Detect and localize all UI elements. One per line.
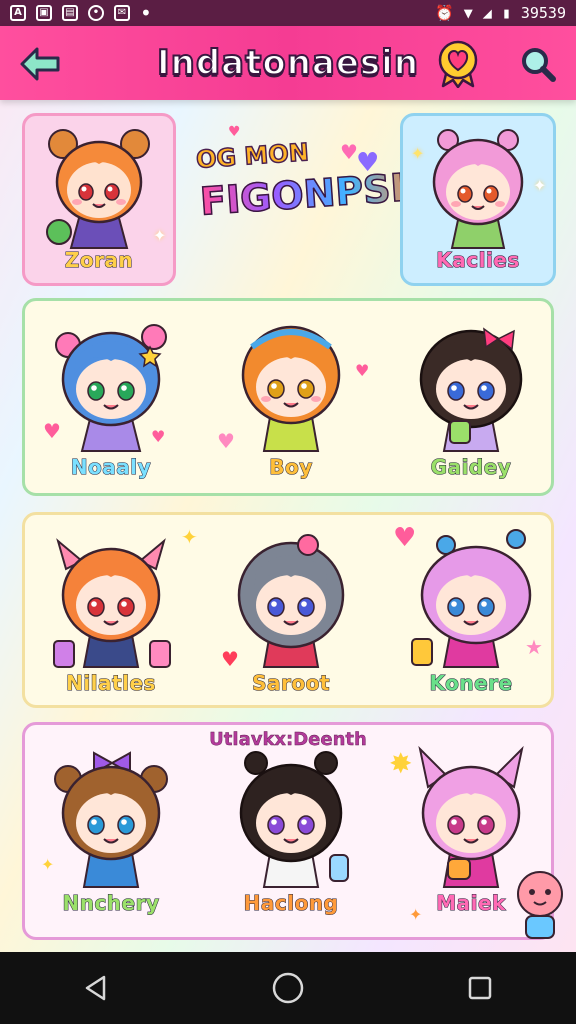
character-zoran: Zoran — [25, 124, 173, 273]
character-portrait — [419, 327, 523, 452]
navigation-bar — [0, 952, 576, 1024]
character-portrait — [411, 529, 532, 668]
app-bar: Indatonaesin — [0, 26, 576, 100]
status-time: 39539 — [520, 4, 566, 22]
app-title: Indatonaesin — [156, 42, 420, 84]
character-nnchery[interactable]: Nnchery — [31, 739, 191, 916]
character-card-kaclies[interactable]: Kaclies ✦ ✦ — [400, 113, 556, 286]
character-noaaly[interactable]: Noaaly — [31, 311, 191, 480]
character-nilatles[interactable]: Nilatles — [29, 525, 193, 696]
character-portrait — [237, 534, 345, 668]
back-arrow-icon — [20, 47, 60, 81]
character-row-4: Utlavkx:Deenth Nnchery Haclong ✸ Maiek ✦… — [22, 722, 554, 940]
wifi-icon: ▼ — [463, 4, 473, 22]
heart-badge-icon — [438, 40, 478, 88]
heart-icon: ♥ — [221, 647, 239, 671]
character-row-3: Nilatles ✦ Saroot ♥ ♥ Konere ★ — [22, 512, 554, 708]
signal-icon: ◢ — [482, 4, 492, 22]
nav-back-button[interactable] — [66, 958, 126, 1018]
character-kaclies: Kaclies — [403, 124, 553, 273]
status-right: ⏰ ▼ ◢ ▮ 39539 — [435, 4, 566, 22]
character-card-zoran[interactable]: Zoran ✦ — [22, 113, 176, 286]
location-icon: • — [88, 5, 104, 21]
status-bar: A ▣ ▤ • ✉ • ⏰ ▼ ◢ ▮ 39539 — [0, 0, 576, 26]
banner-line1: OG MON — [194, 137, 310, 174]
sparkle-icon: ✦ — [533, 176, 547, 195]
back-button[interactable] — [18, 42, 62, 86]
character-row-2: Noaaly ♥ ♥ Boy ♥ ♥ Gaidey — [22, 298, 554, 496]
star-icon: ✦ — [181, 525, 198, 549]
app-image-icon: ▣ — [36, 5, 52, 21]
nav-back-icon — [85, 975, 106, 1001]
character-portrait — [46, 129, 150, 249]
character-portrait — [53, 538, 171, 668]
status-left-icons: A ▣ ▤ • ✉ • — [10, 1, 152, 25]
character-portrait — [239, 751, 349, 888]
battery-icon: ▮ — [501, 4, 511, 22]
app-a-icon: A — [10, 5, 26, 21]
character-haclong[interactable]: Haclong — [211, 739, 371, 916]
star-icon: ✦ — [41, 855, 55, 874]
sparkle-icon: ✦ — [411, 144, 425, 163]
sparkle-icon: ✦ — [153, 226, 167, 245]
dot-icon: • — [140, 1, 152, 25]
game-banner: ♥ ♥ ♥ OG MON FIGONPSI! — [190, 124, 424, 230]
mascot-icon — [517, 871, 563, 939]
search-button[interactable] — [516, 42, 560, 86]
character-portrait — [54, 751, 168, 888]
favorite-button[interactable] — [434, 40, 482, 88]
app-file-icon: ▤ — [62, 5, 78, 21]
heart-icon: ♥ — [228, 124, 241, 140]
heart-icon: ♥ — [355, 361, 370, 380]
nav-recents-icon — [468, 976, 492, 1000]
character-konere[interactable]: Konere — [391, 525, 551, 696]
nav-home-icon — [272, 972, 304, 1004]
character-portrait — [241, 325, 341, 452]
nav-home-button[interactable] — [258, 958, 318, 1018]
alarm-icon: ⏰ — [435, 4, 454, 22]
character-portrait — [432, 129, 524, 249]
message-icon: ✉ — [114, 5, 130, 21]
search-icon — [522, 48, 556, 82]
banner-line2: FIGONPSI! — [198, 164, 424, 225]
star-icon: ✦ — [409, 905, 423, 924]
heart-icon: ♥ — [217, 429, 235, 453]
character-boy[interactable]: Boy — [211, 305, 371, 480]
character-gaidey[interactable]: Gaidey — [391, 309, 551, 480]
heart-icon: ♥ — [151, 427, 166, 446]
nav-recents-button[interactable] — [450, 958, 510, 1018]
heart-icon: ♥ — [43, 419, 61, 443]
star-icon: ★ — [525, 635, 543, 659]
